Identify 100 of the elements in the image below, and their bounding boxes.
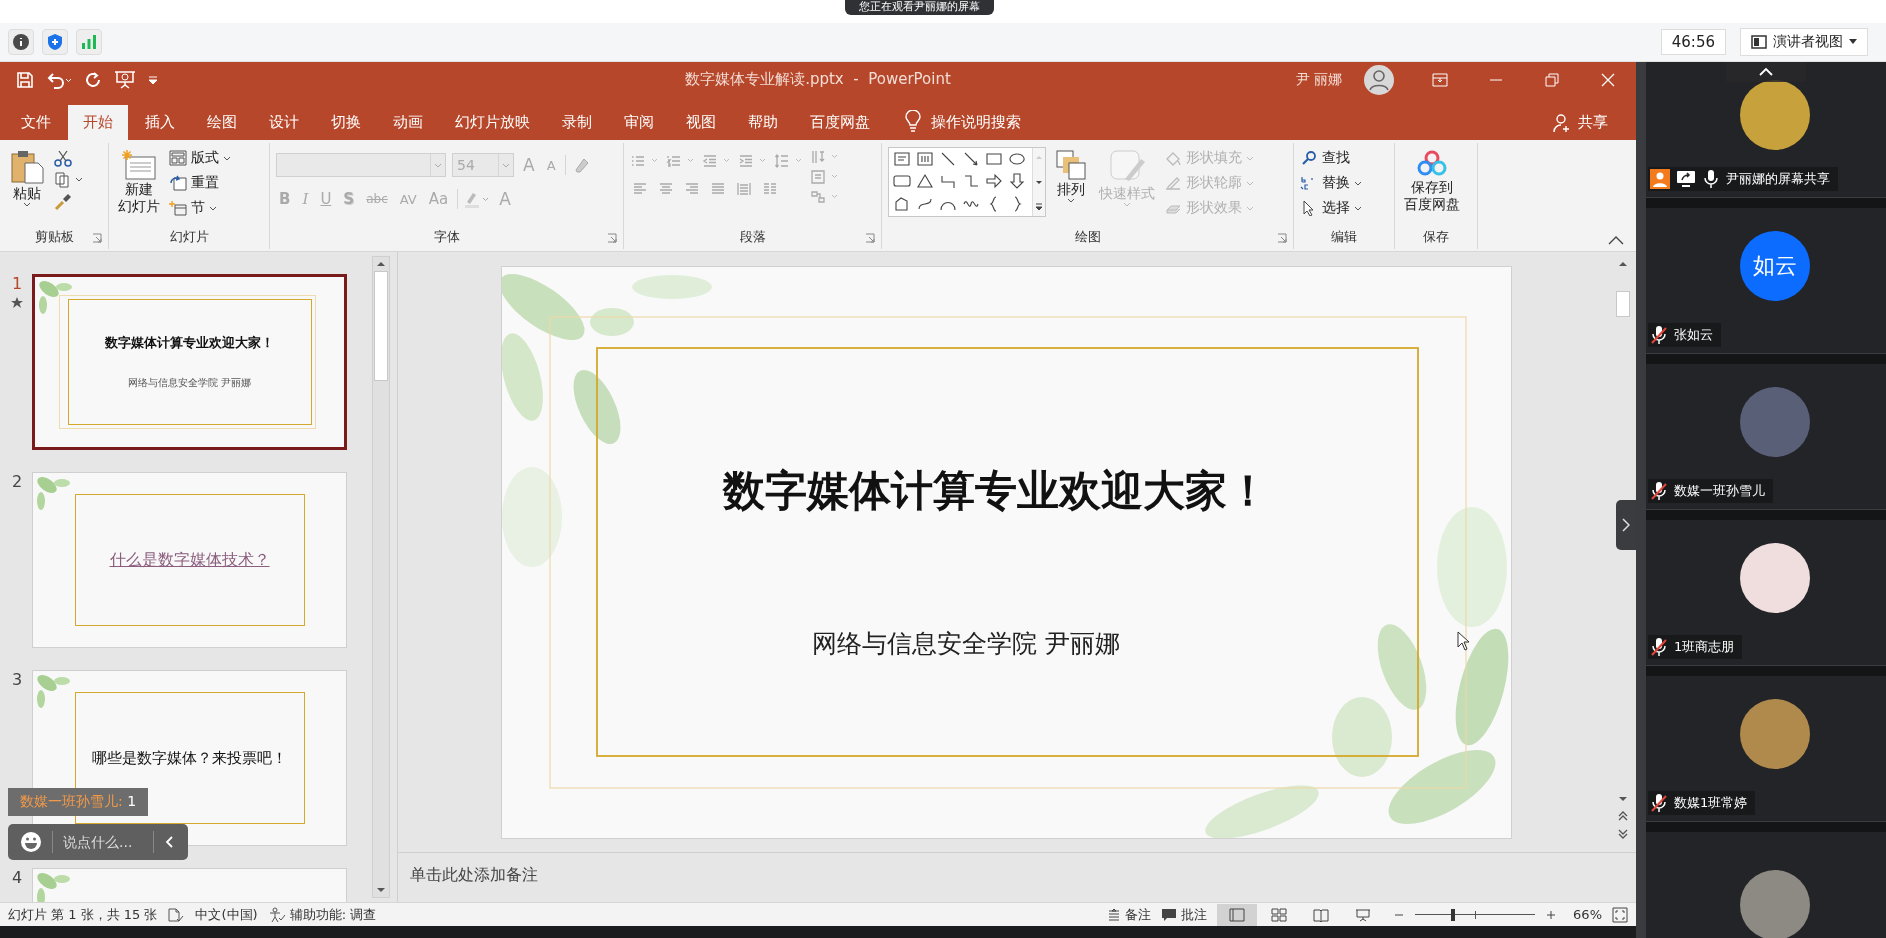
normal-view-icon[interactable] <box>1217 903 1258 926</box>
paste-button[interactable]: 粘贴 <box>6 147 48 209</box>
layout-button[interactable]: 版式 <box>169 147 231 169</box>
collapse-ribbon-icon[interactable] <box>1608 235 1624 245</box>
shape-icon[interactable] <box>1008 150 1026 168</box>
dialog-launcher-icon[interactable] <box>865 233 875 243</box>
arrange-button[interactable]: 排列 <box>1052 147 1090 205</box>
chevron-left-icon[interactable] <box>164 835 176 849</box>
reset-button[interactable]: 重置 <box>169 172 231 194</box>
user-name: 尹 丽娜 <box>1295 70 1342 89</box>
select-button[interactable]: 选择 <box>1300 197 1362 219</box>
dialog-launcher-icon[interactable] <box>607 233 617 243</box>
accessibility-button[interactable]: 辅助功能: 调查 <box>267 905 377 924</box>
ribbon-tab[interactable]: 切换 <box>316 105 376 140</box>
shield-icon[interactable] <box>42 29 68 55</box>
language-button[interactable]: 中文(中国) <box>195 905 258 924</box>
dialog-launcher-icon[interactable] <box>92 233 102 243</box>
shape-icon[interactable] <box>962 150 980 168</box>
find-button[interactable]: 查找 <box>1300 147 1362 169</box>
info-icon[interactable] <box>8 29 34 55</box>
add-person-icon <box>1552 112 1572 133</box>
shape-icon[interactable] <box>916 172 934 191</box>
scrollbar-thumb[interactable] <box>374 271 388 381</box>
ribbon-tab[interactable]: 设计 <box>254 105 314 140</box>
scissors-icon <box>54 149 72 167</box>
fit-to-window-icon[interactable] <box>1612 906 1628 923</box>
participant-tile[interactable]: 尹丽娜的屏幕共享 <box>1646 62 1886 198</box>
new-slide-button[interactable]: 新建 幻灯片 <box>115 147 163 217</box>
shape-gallery[interactable] <box>888 147 1046 217</box>
caret-icon <box>223 155 231 161</box>
participant-tile[interactable]: 数媒1班常婷 <box>1646 676 1886 822</box>
ribbon-tab[interactable]: 插入 <box>130 105 190 140</box>
zoom-percent[interactable]: 66% <box>1573 907 1602 922</box>
replace-button[interactable]: 替换 <box>1300 172 1362 194</box>
slide-number: 4 <box>11 868 23 887</box>
comments-button[interactable]: 批注 <box>1161 905 1208 924</box>
ribbon-tab[interactable]: 文件 <box>6 105 66 140</box>
slideshow-icon[interactable] <box>114 69 136 90</box>
redo-icon[interactable] <box>84 70 102 89</box>
undo-icon[interactable] <box>46 70 72 89</box>
slide-title: 哪些是数字媒体？来投票吧！ <box>92 748 287 768</box>
participant-tile[interactable]: 数媒一班孙雪儿 <box>1646 364 1886 510</box>
group-label: 绘图 <box>1074 228 1101 246</box>
group-label: 编辑 <box>1331 228 1357 246</box>
signal-icon[interactable] <box>76 29 102 55</box>
participant-name: 张如云 <box>1674 326 1713 344</box>
ribbon-tab[interactable]: 审阅 <box>609 105 669 140</box>
zoom-slider[interactable] <box>1415 907 1536 922</box>
ribbon-options-icon <box>1432 72 1448 87</box>
section-button[interactable]: 节 <box>169 197 231 219</box>
paint-bucket-icon <box>1164 150 1182 166</box>
notes-button[interactable]: 备注 <box>1107 905 1152 924</box>
ribbon-tab[interactable]: 视图 <box>671 105 731 140</box>
scroll-up-button[interactable] <box>1726 62 1806 82</box>
user-avatar-icon[interactable] <box>1364 64 1394 95</box>
ribbon-tab[interactable]: 绘图 <box>192 105 252 140</box>
font-name-field[interactable] <box>276 153 446 177</box>
decrease-indent-icon[interactable] <box>702 153 732 169</box>
customize-caret-icon[interactable] <box>148 74 158 85</box>
share-button[interactable]: 共享 <box>1552 105 1608 140</box>
view-menu-button[interactable]: 演讲者视图 <box>1740 28 1868 56</box>
ribbon-tab[interactable]: 百度网盘 <box>795 105 885 140</box>
shape-icon[interactable] <box>985 172 1003 191</box>
zoom-slider-thumb[interactable] <box>1451 908 1456 921</box>
leaf-drawing <box>35 673 71 709</box>
increase-indent-icon[interactable] <box>738 153 768 169</box>
emoji-icon[interactable] <box>20 831 42 853</box>
dialog-launcher-icon[interactable] <box>1277 233 1287 243</box>
slide-panel-scrollbar[interactable] <box>372 256 390 898</box>
slide-canvas[interactable]: 数字媒体计算专业欢迎大家！ 网络与信息安全学院 尹丽娜 <box>501 267 1511 838</box>
expand-panel-button[interactable] <box>1616 500 1636 550</box>
participant-tile[interactable]: 1班商志朋 <box>1646 520 1886 666</box>
save-to-cloud-button[interactable]: 保存到 百度网盘 <box>1401 147 1463 215</box>
shape-icon[interactable] <box>1008 172 1026 191</box>
ribbon-tab[interactable]: 幻灯片放映 <box>440 105 545 140</box>
ribbon-tab[interactable]: 开始 <box>68 105 128 140</box>
ribbon-tab[interactable]: 动画 <box>378 105 438 140</box>
participant-name: 数媒一班孙雪儿 <box>1674 482 1765 500</box>
slide-thumbnail[interactable]: 什么是数字媒体技术？ <box>32 472 347 648</box>
ribbon-tab[interactable]: 帮助 <box>733 105 793 140</box>
zoom-in-icon[interactable] <box>1545 908 1558 921</box>
meeting-timer: 46:56 <box>1660 29 1726 55</box>
shape-icon[interactable] <box>939 150 957 168</box>
slide-thumbnail[interactable]: 数字媒体计算专业欢迎大家！ 网络与信息安全学院 尹丽娜 <box>32 274 347 450</box>
spell-check-icon[interactable] <box>167 906 186 923</box>
participant-tile[interactable] <box>1646 832 1886 938</box>
group-label: 保存 <box>1423 228 1449 246</box>
scrollbar-thumb[interactable] <box>1616 291 1630 317</box>
participant-tile[interactable]: 如云 张如云 <box>1646 208 1886 354</box>
share-banner: 您正在观看尹丽娜的屏幕 <box>845 0 994 15</box>
caret-icon <box>502 162 510 168</box>
caret-icon <box>1246 205 1254 211</box>
tell-me-search[interactable]: 操作说明搜索 <box>931 105 1021 140</box>
copy-button[interactable] <box>54 171 84 189</box>
slide-subtitle: 网络与信息安全学院 尹丽娜 <box>127 376 252 390</box>
save-icon[interactable] <box>16 70 34 89</box>
layout-icon <box>169 150 187 166</box>
caret-icon <box>1849 39 1857 45</box>
ribbon-tab[interactable]: 录制 <box>547 105 607 140</box>
minimize-icon <box>1489 78 1503 81</box>
